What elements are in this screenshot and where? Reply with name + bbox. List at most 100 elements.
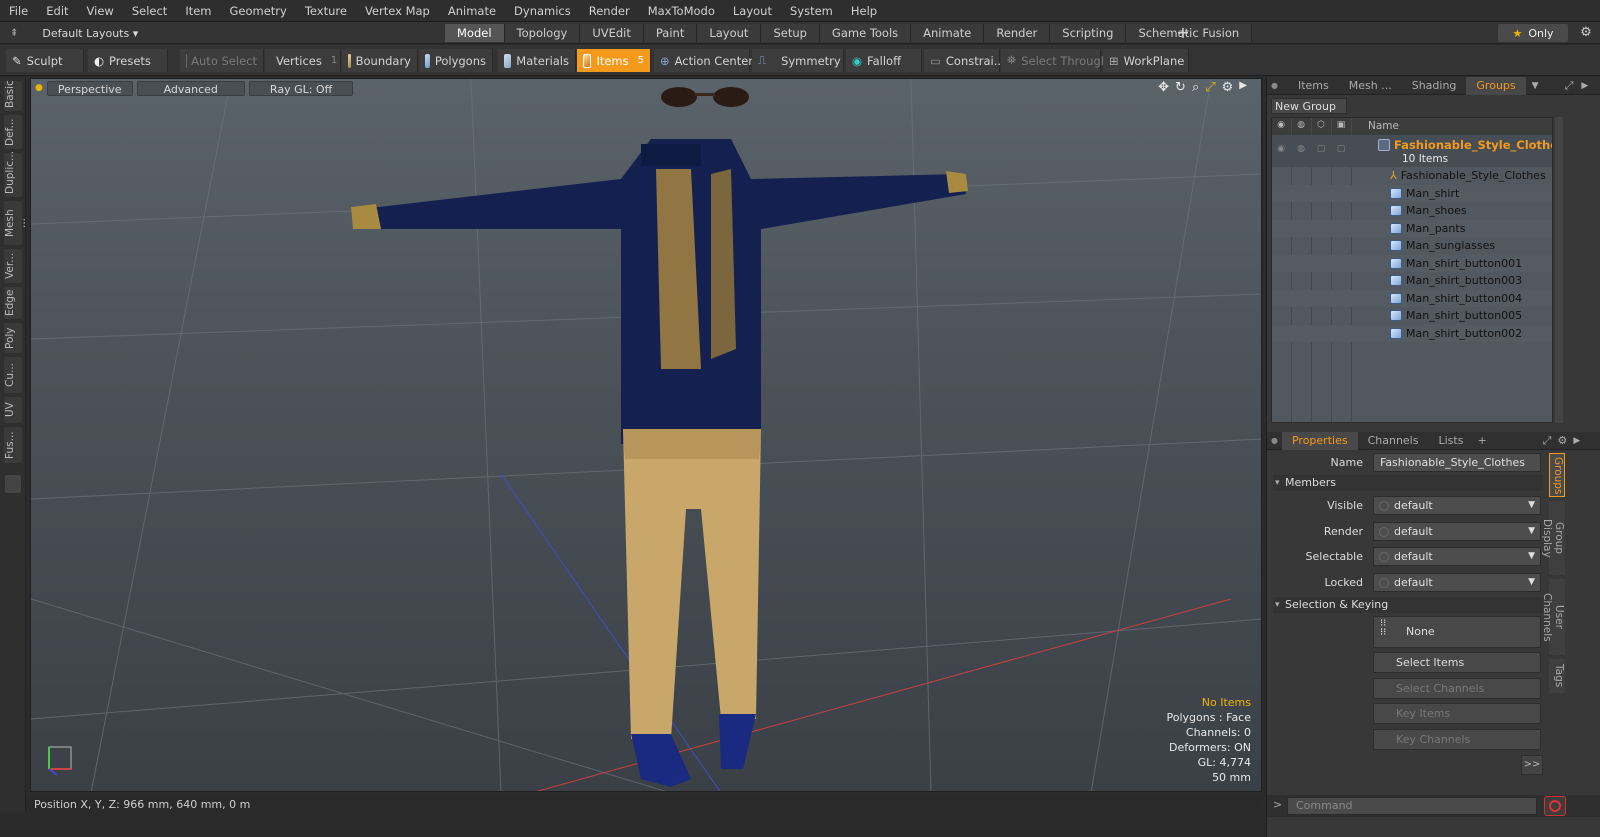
layout-dropdown[interactable]: ⇞ Default Layouts ▾ [10, 22, 138, 44]
menu-select[interactable]: Select [123, 0, 176, 22]
menu-maxtomodo[interactable]: MaxToModo [639, 0, 724, 22]
side-tab-user-channels[interactable]: User Channels [1541, 579, 1565, 655]
render-icon[interactable]: ◍ [1294, 120, 1308, 132]
tab-uvedit[interactable]: UVEdit [580, 24, 644, 42]
eye-icon[interactable]: ◉ [1274, 120, 1288, 132]
visible-dropdown[interactable]: default ▼ [1373, 496, 1541, 515]
action-center-button[interactable]: ⊕ Action Center [654, 49, 753, 72]
select-channels-button[interactable]: Select Channels [1373, 678, 1541, 699]
rotate-view-icon[interactable]: ↻ [1175, 80, 1186, 95]
list-item[interactable]: Man_shirt_button002 [1272, 324, 1552, 342]
tab-setup[interactable]: Setup [761, 24, 820, 42]
group-render-icon[interactable]: ◍ [1294, 144, 1308, 156]
tab-model[interactable]: Model [445, 24, 505, 42]
tabs-dropdown-icon[interactable]: ▼ [1526, 81, 1545, 91]
tab-items[interactable]: Items [1288, 77, 1339, 95]
select-icon[interactable]: ⬡ [1314, 120, 1328, 132]
left-tab-mesh[interactable]: Mesh ... [4, 201, 28, 245]
menu-texture[interactable]: Texture [296, 0, 356, 22]
list-item[interactable]: Man_shirt_button003 [1272, 272, 1552, 290]
record-button[interactable] [1544, 796, 1566, 816]
left-tab-vertex[interactable]: Ver... [4, 249, 22, 283]
add-panel-tab-icon[interactable]: + [1473, 434, 1490, 447]
panel-arrow-icon[interactable]: ▶ [1581, 81, 1588, 91]
tab-lists[interactable]: Lists [1428, 432, 1473, 450]
tab-layout[interactable]: Layout [697, 24, 762, 42]
members-section[interactable]: Members [1273, 475, 1543, 491]
zoom-view-icon[interactable]: ⌕ [1192, 80, 1199, 95]
props-expand-icon[interactable]: ⤢ [1543, 434, 1552, 448]
items-button[interactable]: Items 5 [577, 49, 651, 72]
tab-render[interactable]: Render [984, 24, 1051, 42]
side-tab-group-display[interactable]: Group Display [1541, 501, 1565, 575]
presets-button[interactable]: ◐ Presets [88, 49, 168, 72]
left-tab-deform[interactable]: Def... [4, 115, 22, 149]
left-tab-duplicate[interactable]: Duplic... [4, 151, 22, 197]
menu-layout[interactable]: Layout [724, 0, 781, 22]
key-items-button[interactable]: Key Items [1373, 703, 1541, 724]
menu-view[interactable]: View [78, 0, 123, 22]
left-tab-curve[interactable]: Cu... [4, 357, 22, 393]
menu-item[interactable]: Item [176, 0, 220, 22]
name-column-header[interactable]: Name [1368, 120, 1399, 132]
list-item[interactable]: Man_shoes [1272, 202, 1552, 220]
command-input[interactable]: Command [1287, 797, 1537, 815]
move-view-icon[interactable]: ✥ [1158, 80, 1169, 95]
tab-mesh[interactable]: Mesh ... [1339, 77, 1402, 95]
lock-icon[interactable]: ▣ [1334, 120, 1348, 132]
selectable-dropdown[interactable]: default ▼ [1373, 547, 1541, 566]
select-through-button[interactable]: ⛯ Select Through [1001, 49, 1108, 72]
3d-viewport[interactable]: ● Perspective Advanced Ray GL: Off ✥ ↻ ⌕… [30, 78, 1262, 792]
group-eye-icon[interactable]: ◉ [1274, 144, 1288, 156]
panel-expand-icon[interactable]: ⤢ [1565, 79, 1574, 93]
select-items-button[interactable]: Select Items [1373, 652, 1541, 673]
group-row[interactable]: ◉ ◍ ▢ ▢ Fashionable_Style_Clothe... 10 I… [1272, 135, 1552, 167]
viewport-menu-icon[interactable]: ● [35, 83, 43, 93]
list-item[interactable]: ⅄ Fashionable_Style_Clothes [1272, 167, 1552, 185]
menu-geometry[interactable]: Geometry [221, 0, 296, 22]
sculpt-button[interactable]: ✎ Sculpt [6, 49, 84, 72]
raygl-button[interactable]: Ray GL: Off [248, 80, 354, 96]
polygons-button[interactable]: Polygons [419, 49, 493, 72]
new-group-button[interactable]: New Group [1271, 98, 1347, 114]
tab-topology[interactable]: Topology [504, 24, 581, 42]
tab-paint[interactable]: Paint [643, 24, 698, 42]
more-button[interactable]: >> [1521, 755, 1543, 775]
auto-select-button[interactable]: Auto Select [180, 49, 264, 72]
menu-animate[interactable]: Animate [439, 0, 505, 22]
vertices-button[interactable]: Vertices 1 [265, 49, 341, 72]
tab-properties[interactable]: Properties [1281, 431, 1358, 450]
tab-channels[interactable]: Channels [1358, 432, 1429, 450]
advanced-button[interactable]: Advanced [136, 80, 245, 96]
viewport-settings-icon[interactable]: ⚙ [1222, 80, 1234, 95]
materials-button[interactable]: Materials [498, 49, 576, 72]
tab-scripting[interactable]: Scripting [1050, 24, 1127, 42]
tab-animate[interactable]: Animate [911, 24, 985, 42]
boundary-button[interactable]: Boundary [342, 49, 418, 72]
left-tab-uv[interactable]: UV [4, 397, 22, 423]
menu-file[interactable]: File [0, 0, 37, 22]
menu-dynamics[interactable]: Dynamics [505, 0, 580, 22]
tab-groups[interactable]: Groups [1466, 76, 1526, 95]
left-tab-extra[interactable] [5, 475, 21, 493]
list-item[interactable]: Man_shirt [1272, 184, 1552, 202]
outliner-scrollbar[interactable] [1555, 117, 1563, 423]
tab-game-tools[interactable]: Game Tools [819, 24, 912, 42]
left-tab-fusion[interactable]: Fus... [4, 427, 22, 463]
workplane-button[interactable]: ⊞ WorkPlane [1103, 49, 1189, 72]
expand-arrow-icon[interactable]: ▶ [1239, 80, 1247, 95]
perspective-button[interactable]: Perspective [46, 80, 133, 96]
selection-keying-section[interactable]: Selection & Keying [1273, 597, 1543, 613]
tab-shading[interactable]: Shading [1402, 77, 1467, 95]
symmetry-button[interactable]: ⎍ Symmetry [752, 49, 844, 72]
groups-outliner[interactable]: ◉ ◍ ⬡ ▣ Name ◉ ◍ ▢ ▢ Fashionable_Style_C… [1271, 117, 1553, 423]
list-item[interactable]: Man_shirt_button005 [1272, 307, 1552, 325]
key-channels-button[interactable]: Key Channels [1373, 729, 1541, 750]
left-tab-edge[interactable]: Edge [4, 287, 22, 319]
props-gear-icon[interactable]: ⚙ [1557, 434, 1567, 447]
falloff-button[interactable]: ◉ Falloff [846, 49, 922, 72]
only-button[interactable]: ★ Only [1498, 24, 1568, 42]
gear-icon[interactable]: ⚙ [1575, 22, 1597, 44]
menu-vertex-map[interactable]: Vertex Map [356, 0, 439, 22]
side-tab-tags[interactable]: Tags [1549, 659, 1565, 693]
